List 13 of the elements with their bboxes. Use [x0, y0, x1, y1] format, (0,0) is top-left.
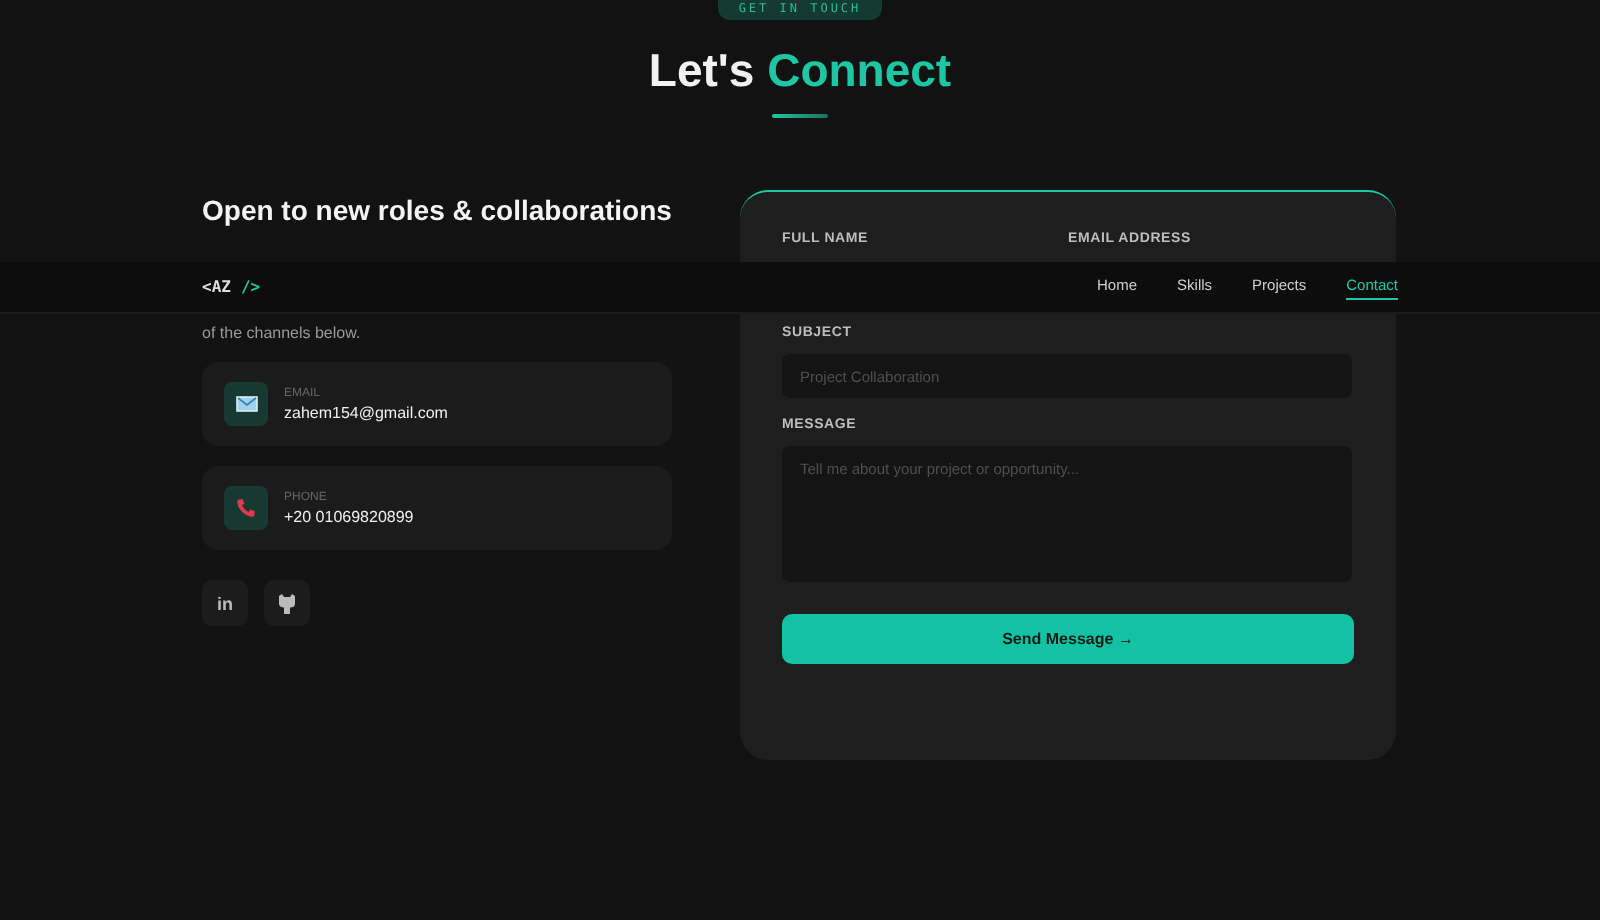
contact-value: zahem154@gmail.com [284, 403, 448, 421]
send-button[interactable]: Send Message → [782, 614, 1354, 664]
page-title: Let's Connect [648, 44, 952, 98]
linkedin-button[interactable]: in [202, 580, 248, 626]
envelope-icon [235, 396, 257, 412]
github-button[interactable] [264, 580, 310, 626]
intro-text: of the channels below. [202, 324, 363, 342]
title-underline [772, 114, 828, 118]
phone-icon [236, 498, 256, 518]
section-heading: Open to new roles & collaborations [202, 194, 672, 226]
logo[interactable]: <AZ /> [202, 278, 261, 296]
contact-value: +20 01069820899 [284, 507, 414, 525]
cat-icon [278, 593, 296, 613]
